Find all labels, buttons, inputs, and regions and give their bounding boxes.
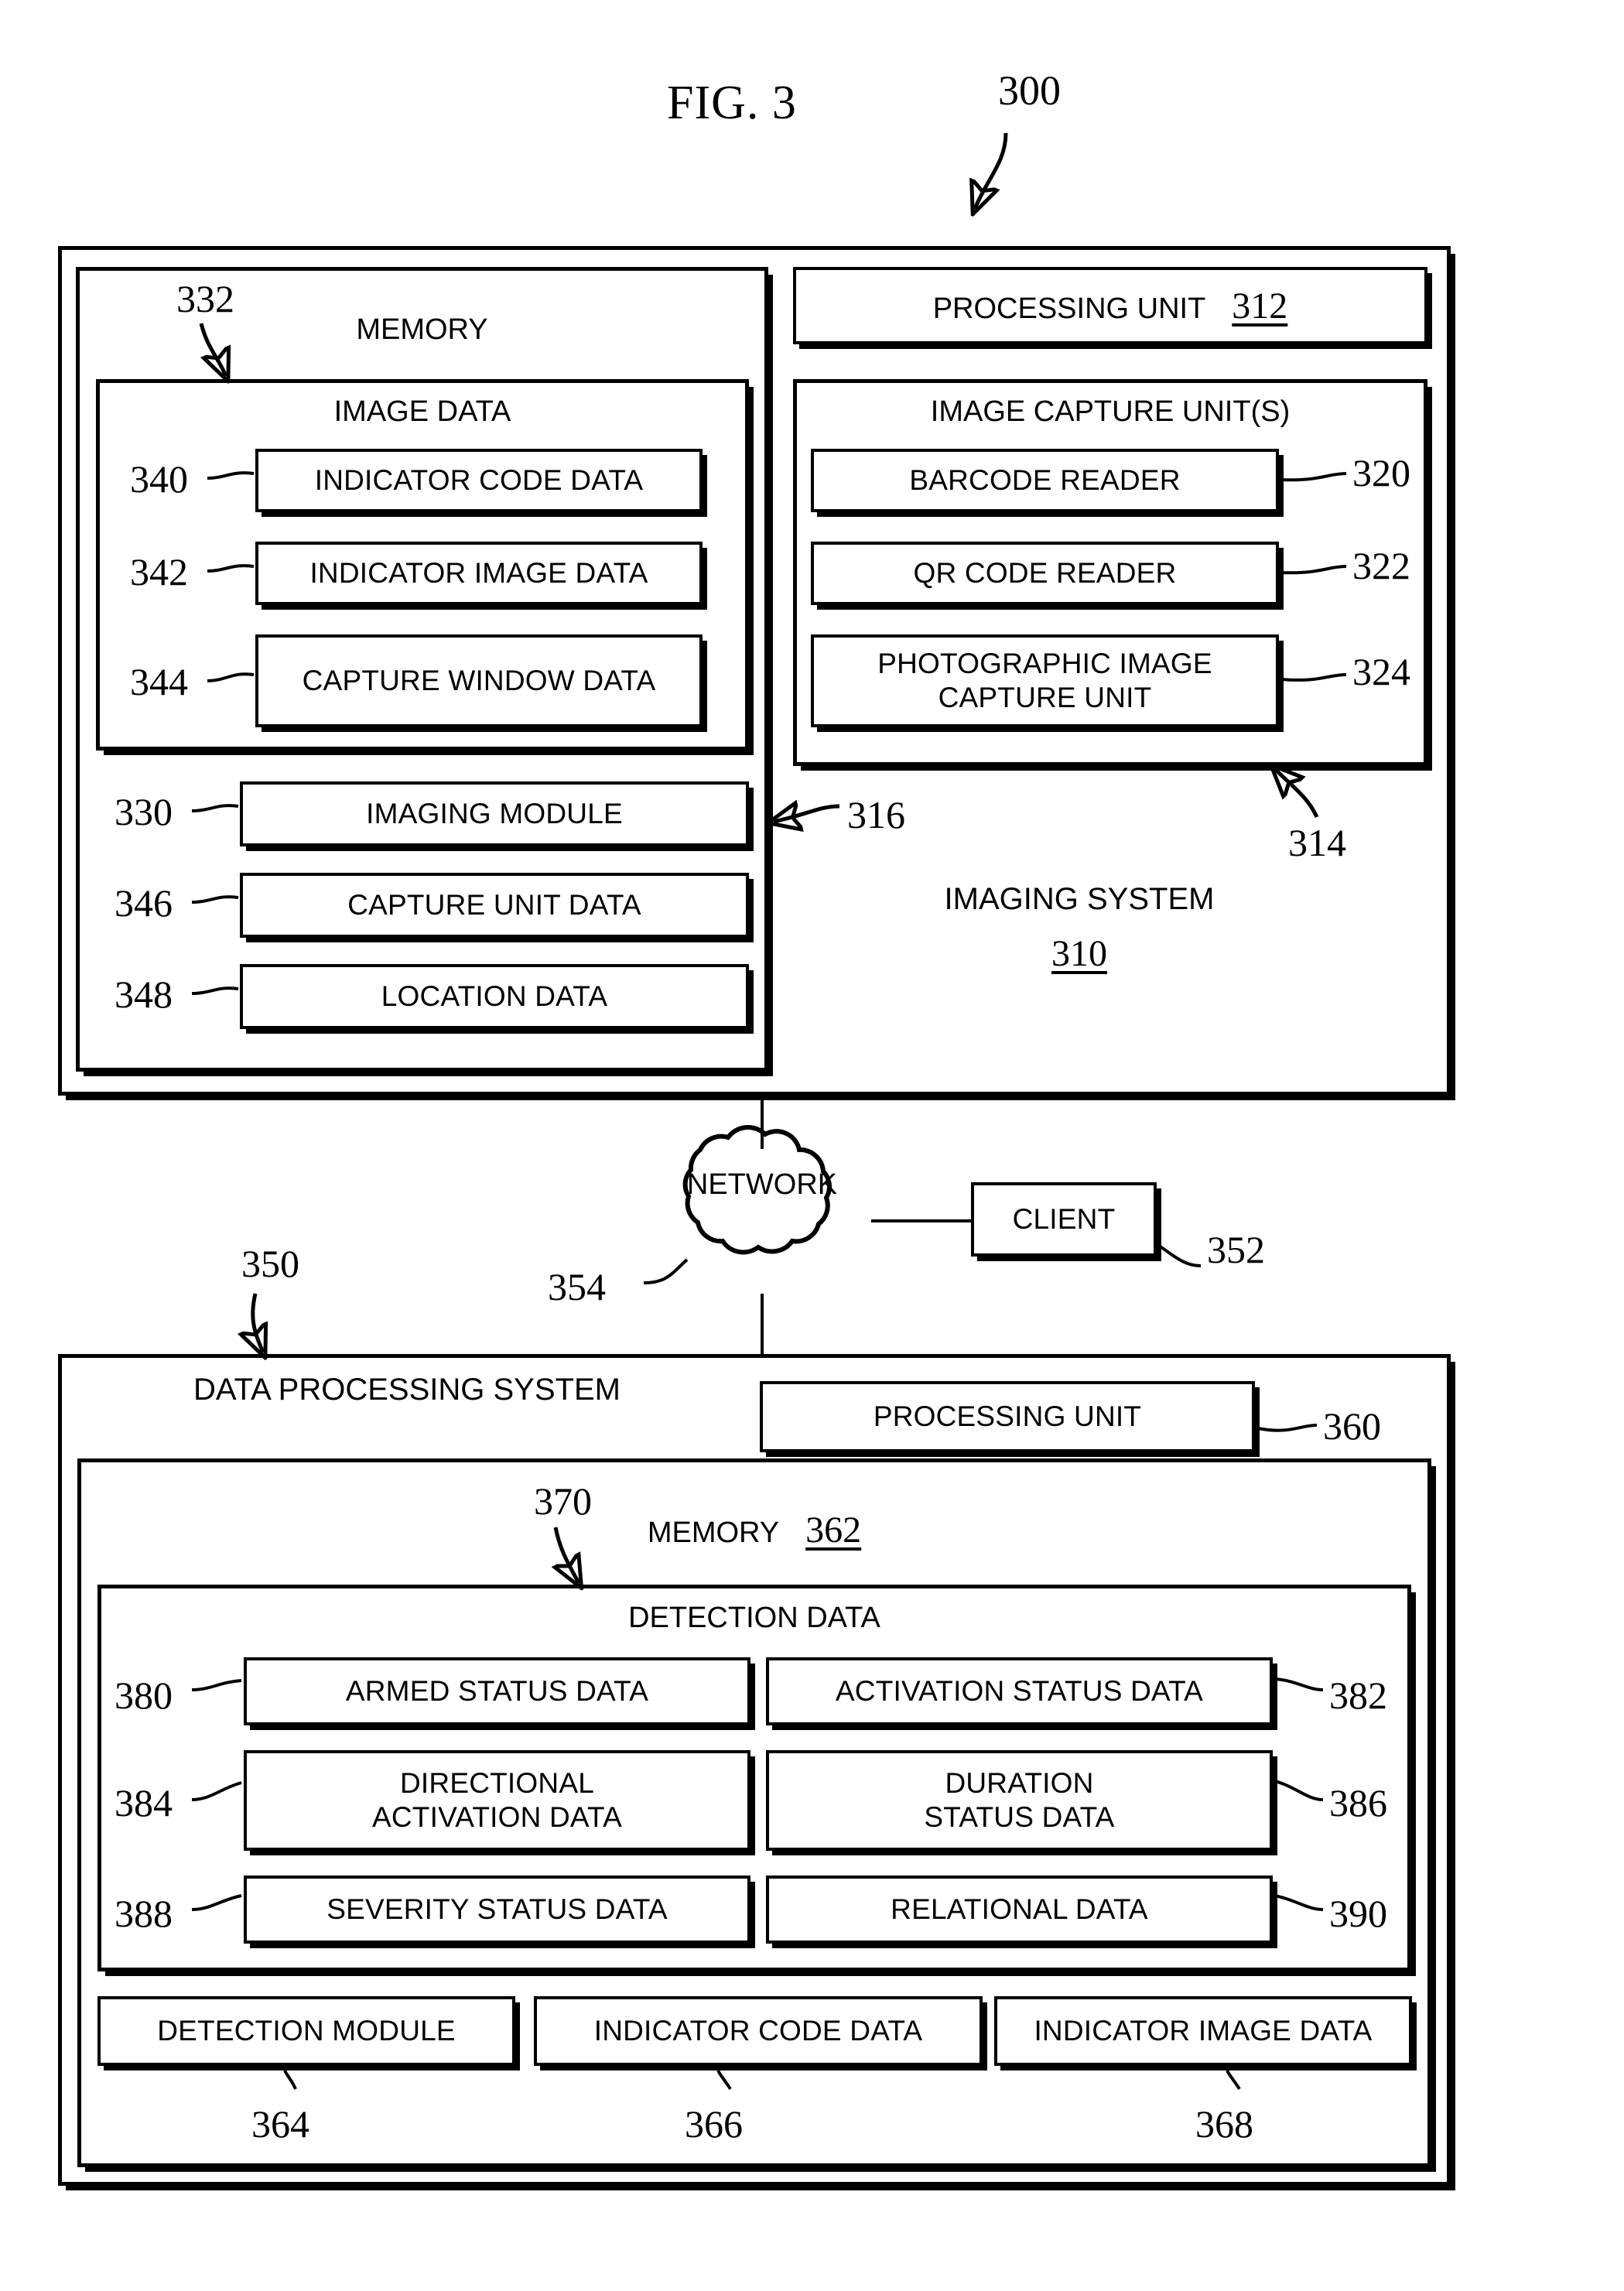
- dps-indicator-image-data-label: INDICATOR IMAGE DATA: [1034, 2015, 1373, 2047]
- patent-figure-page: FIG. 3 300 MEMORY 332 IMAGE DATA INDICAT…: [0, 0, 1624, 2291]
- duration-status-data-label: DURATION STATUS DATA: [924, 1767, 1115, 1833]
- indicator-code-data-label: INDICATOR CODE DATA: [314, 464, 644, 497]
- imaging-processing-unit-label: PROCESSING UNIT: [932, 292, 1206, 325]
- ref-370: 370: [534, 1479, 592, 1523]
- indicator-image-data-box[interactable]: INDICATOR IMAGE DATA: [255, 542, 703, 605]
- ref-382: 382: [1329, 1674, 1387, 1717]
- detection-data-title: DETECTION DATA: [628, 1602, 880, 1634]
- duration-status-data-box[interactable]: DURATION STATUS DATA: [766, 1750, 1273, 1851]
- severity-status-data-box[interactable]: SEVERITY STATUS DATA: [244, 1876, 750, 1944]
- figure-title: FIG. 3: [667, 77, 797, 129]
- imaging-system-title: IMAGING SYSTEM: [944, 882, 1215, 916]
- ref-342: 342: [130, 550, 188, 593]
- client-box[interactable]: CLIENT: [971, 1182, 1157, 1257]
- directional-activation-data-box[interactable]: DIRECTIONAL ACTIVATION DATA: [244, 1750, 750, 1851]
- imaging-module-label: IMAGING MODULE: [366, 798, 623, 830]
- ref-352: 352: [1207, 1228, 1265, 1271]
- location-data-box[interactable]: LOCATION DATA: [240, 964, 749, 1029]
- image-data-title: IMAGE DATA: [333, 395, 511, 428]
- location-data-label: LOCATION DATA: [381, 980, 608, 1013]
- barcode-reader-box[interactable]: BARCODE READER: [811, 449, 1279, 512]
- ref-300: 300: [998, 67, 1061, 114]
- network-label: NETWORK: [686, 1168, 838, 1201]
- relational-data-box[interactable]: RELATIONAL DATA: [766, 1876, 1273, 1944]
- dps-memory-inline: MEMORY 362: [648, 1509, 861, 1551]
- ref-384: 384: [115, 1781, 173, 1824]
- qr-code-reader-label: QR CODE READER: [913, 557, 1177, 590]
- ref-348: 348: [115, 973, 173, 1016]
- imaging-processing-unit-box[interactable]: PROCESSING UNIT 312: [793, 267, 1427, 344]
- barcode-reader-label: BARCODE READER: [909, 464, 1181, 497]
- ref-310: 310: [1051, 933, 1107, 974]
- ref-320: 320: [1352, 451, 1410, 494]
- ref-324: 324: [1352, 650, 1410, 693]
- ref-366: 366: [685, 2102, 743, 2146]
- ref-354-leader: [643, 1258, 689, 1284]
- ref-360: 360: [1323, 1404, 1381, 1448]
- ref-390: 390: [1329, 1892, 1387, 1935]
- indicator-image-data-label: INDICATOR IMAGE DATA: [309, 557, 648, 590]
- dps-processing-unit-box[interactable]: PROCESSING UNIT: [760, 1381, 1255, 1452]
- ref-340: 340: [130, 457, 188, 501]
- activation-status-data-label: ACTIVATION STATUS DATA: [835, 1675, 1204, 1708]
- ref-300-leader: [975, 132, 1008, 209]
- ref-316: 316: [847, 793, 905, 836]
- dps-indicator-image-data-box[interactable]: INDICATOR IMAGE DATA: [994, 1996, 1412, 2066]
- capture-unit-data-label: CAPTURE UNIT DATA: [347, 889, 641, 922]
- ref-352-leader: [1157, 1244, 1202, 1267]
- detection-module-box[interactable]: DETECTION MODULE: [97, 1996, 515, 2066]
- ref-312: 312: [1232, 285, 1288, 327]
- ref-364: 364: [251, 2102, 309, 2146]
- relational-data-label: RELATIONAL DATA: [891, 1893, 1148, 1926]
- capture-window-data-box[interactable]: CAPTURE WINDOW DATA: [255, 634, 703, 727]
- detection-module-label: DETECTION MODULE: [157, 2015, 456, 2047]
- dps-memory-title-row: MEMORY 362: [77, 1509, 1431, 1551]
- photographic-image-capture-unit-label: PHOTOGRAPHIC IMAGE CAPTURE UNIT: [877, 648, 1212, 713]
- armed-status-data-label: ARMED STATUS DATA: [345, 1675, 649, 1708]
- severity-status-data-label: SEVERITY STATUS DATA: [327, 1893, 668, 1926]
- ref-314: 314: [1288, 821, 1346, 864]
- armed-status-data-box[interactable]: ARMED STATUS DATA: [244, 1657, 750, 1725]
- ref-362: 362: [805, 1510, 862, 1551]
- ref-350: 350: [241, 1242, 299, 1285]
- ref-368: 368: [1195, 2102, 1253, 2146]
- ref-350-leader: [253, 1293, 263, 1352]
- indicator-code-data-box[interactable]: INDICATOR CODE DATA: [255, 449, 703, 512]
- capture-unit-data-box[interactable]: CAPTURE UNIT DATA: [240, 873, 749, 938]
- dps-processing-unit-label: PROCESSING UNIT: [873, 1400, 1142, 1433]
- image-capture-units-title: IMAGE CAPTURE UNIT(S): [930, 395, 1291, 428]
- ref-354: 354: [548, 1265, 606, 1308]
- ref-346: 346: [115, 881, 173, 925]
- dps-indicator-code-data-box[interactable]: INDICATOR CODE DATA: [534, 1996, 983, 2066]
- ref-330: 330: [115, 790, 173, 833]
- ref-380: 380: [115, 1674, 173, 1717]
- dps-indicator-code-data-label: INDICATOR CODE DATA: [593, 2015, 923, 2047]
- qr-code-reader-box[interactable]: QR CODE READER: [811, 542, 1279, 605]
- activation-status-data-box[interactable]: ACTIVATION STATUS DATA: [766, 1657, 1273, 1725]
- client-label: CLIENT: [1012, 1203, 1116, 1236]
- ref-344: 344: [130, 660, 188, 703]
- imaging-processing-unit-inline: PROCESSING UNIT 312: [933, 285, 1288, 327]
- directional-activation-data-label: DIRECTIONAL ACTIVATION DATA: [372, 1767, 622, 1833]
- dps-memory-title: MEMORY: [647, 1517, 780, 1549]
- ref-332: 332: [176, 277, 234, 320]
- data-processing-system-title: DATA PROCESSING SYSTEM: [193, 1373, 621, 1407]
- ref-322: 322: [1352, 544, 1410, 587]
- imaging-module-box[interactable]: IMAGING MODULE: [240, 781, 749, 846]
- photographic-image-capture-unit-box[interactable]: PHOTOGRAPHIC IMAGE CAPTURE UNIT: [811, 634, 1279, 727]
- ref-386: 386: [1329, 1781, 1387, 1824]
- ref-388: 388: [115, 1892, 173, 1935]
- capture-window-data-label: CAPTURE WINDOW DATA: [302, 665, 656, 697]
